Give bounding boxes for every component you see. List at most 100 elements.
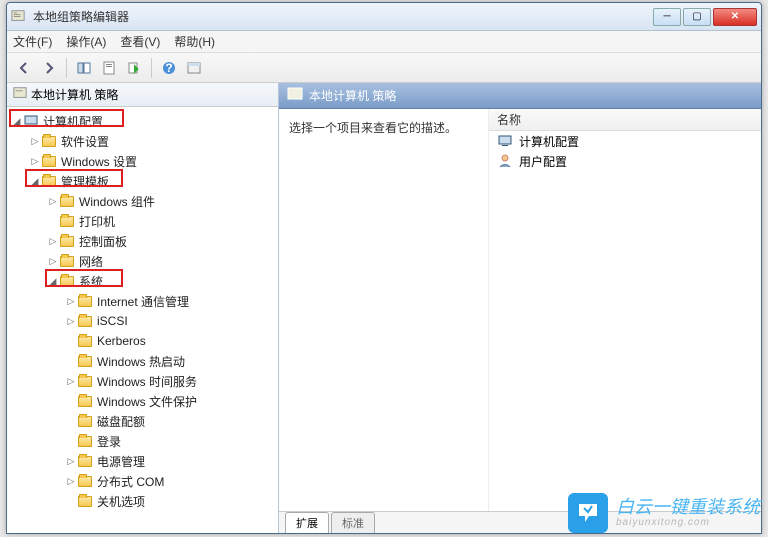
expander-icon[interactable]: ▷: [65, 296, 77, 307]
folder-icon: [77, 373, 93, 389]
computer-icon: [23, 113, 39, 129]
toolbar: ?: [7, 53, 761, 83]
svg-text:?: ?: [165, 61, 172, 75]
menu-help[interactable]: 帮助(H): [174, 33, 215, 50]
tab-extended[interactable]: 扩展: [285, 512, 329, 533]
expander-icon[interactable]: ▷: [47, 236, 59, 247]
export-button[interactable]: [123, 57, 145, 79]
tree-node-dcom[interactable]: ▷ 分布式 COM: [7, 471, 278, 491]
folder-icon: [77, 453, 93, 469]
tree[interactable]: ◢ 计算机配置 ▷ 软件设置 ▷ Windows 设置 ◢ 管理: [7, 107, 278, 533]
separator: [151, 58, 152, 78]
details-pane: 本地计算机 策略 选择一个项目来查看它的描述。 名称 计算机配置 用户配置: [279, 83, 761, 533]
tree-node-kerberos[interactable]: Kerberos: [7, 331, 278, 351]
show-hide-tree-button[interactable]: [73, 57, 95, 79]
list-item-user-config[interactable]: 用户配置: [489, 151, 761, 171]
folder-icon: [59, 273, 75, 289]
tree-node-windows-settings[interactable]: ▷ Windows 设置: [7, 151, 278, 171]
folder-icon: [77, 393, 93, 409]
folder-icon: [41, 153, 57, 169]
content-area: 本地计算机 策略 ◢ 计算机配置 ▷ 软件设置 ▷ Windows 设置: [7, 83, 761, 533]
list-item-computer-config[interactable]: 计算机配置: [489, 131, 761, 151]
expander-icon[interactable]: ▷: [65, 316, 77, 327]
details-body: 选择一个项目来查看它的描述。 名称 计算机配置 用户配置: [279, 109, 761, 511]
tree-node-iscsi[interactable]: ▷ iSCSI: [7, 311, 278, 331]
folder-icon: [77, 433, 93, 449]
tree-node-windows-components[interactable]: ▷ Windows 组件: [7, 191, 278, 211]
window-controls: ─ ▢ ✕: [653, 8, 757, 26]
titlebar[interactable]: 本地组策略编辑器 ─ ▢ ✕: [7, 3, 761, 31]
expander-icon[interactable]: ▷: [47, 256, 59, 267]
tab-standard[interactable]: 标准: [331, 512, 375, 533]
tree-pane: 本地计算机 策略 ◢ 计算机配置 ▷ 软件设置 ▷ Windows 设置: [7, 83, 279, 533]
expander-icon[interactable]: ▷: [29, 136, 41, 147]
expander-icon[interactable]: ▷: [65, 476, 77, 487]
details-header: 本地计算机 策略: [279, 83, 761, 109]
app-window: 本地组策略编辑器 ─ ▢ ✕ 文件(F) 操作(A) 查看(V) 帮助(H) ?…: [6, 2, 762, 534]
expander-icon[interactable]: ▷: [65, 456, 77, 467]
expander-icon[interactable]: ▷: [47, 196, 59, 207]
tree-node-logon[interactable]: 登录: [7, 431, 278, 451]
description-area: 选择一个项目来查看它的描述。: [279, 109, 489, 511]
folder-icon: [77, 493, 93, 509]
help-button[interactable]: ?: [158, 57, 180, 79]
tree-node-disk-quotas[interactable]: 磁盘配额: [7, 411, 278, 431]
expander-icon[interactable]: ▷: [65, 376, 77, 387]
folder-icon: [59, 253, 75, 269]
expander-icon[interactable]: ◢: [47, 276, 59, 287]
watermark: 白云一键重装系统 baiyunxitong.com: [568, 493, 760, 533]
tree-node-network[interactable]: ▷ 网络: [7, 251, 278, 271]
folder-icon: [59, 213, 75, 229]
folder-icon: [77, 413, 93, 429]
tree-node-win-hot-start[interactable]: Windows 热启动: [7, 351, 278, 371]
tree-node-power-mgmt[interactable]: ▷ 电源管理: [7, 451, 278, 471]
list-area: 名称 计算机配置 用户配置: [489, 109, 761, 511]
policy-icon: [287, 86, 303, 105]
tree-node-software-settings[interactable]: ▷ 软件设置: [7, 131, 278, 151]
folder-icon: [77, 313, 93, 329]
menu-view[interactable]: 查看(V): [120, 33, 160, 50]
tree-root-label[interactable]: 本地计算机 策略: [31, 86, 118, 103]
back-button[interactable]: [13, 57, 35, 79]
tree-node-win-time-service[interactable]: ▷ Windows 时间服务: [7, 371, 278, 391]
expander-icon[interactable]: ▷: [29, 156, 41, 167]
tree-node-computer-config[interactable]: ◢ 计算机配置: [7, 111, 278, 131]
folder-icon: [59, 233, 75, 249]
folder-icon: [41, 173, 57, 189]
folder-icon: [77, 473, 93, 489]
forward-button[interactable]: [38, 57, 60, 79]
app-icon: [11, 9, 27, 25]
user-icon: [497, 153, 513, 169]
folder-icon: [77, 293, 93, 309]
tree-node-system[interactable]: ◢ 系统: [7, 271, 278, 291]
expander-icon[interactable]: ◢: [29, 176, 41, 187]
tree-node-win-file-protection[interactable]: Windows 文件保护: [7, 391, 278, 411]
details-title: 本地计算机 策略: [309, 87, 396, 104]
tree-header: 本地计算机 策略: [7, 83, 278, 107]
window-title: 本地组策略编辑器: [33, 8, 653, 25]
hint-text: 选择一个项目来查看它的描述。: [289, 121, 457, 135]
maximize-button[interactable]: ▢: [683, 8, 711, 26]
tree-node-shutdown-options[interactable]: 关机选项: [7, 491, 278, 511]
menubar: 文件(F) 操作(A) 查看(V) 帮助(H): [7, 31, 761, 53]
tree-node-admin-templates[interactable]: ◢ 管理模板: [7, 171, 278, 191]
folder-icon: [41, 133, 57, 149]
computer-icon: [497, 133, 513, 149]
watermark-text: 白云一键重装系统 baiyunxitong.com: [616, 498, 760, 529]
tree-node-internet-comm[interactable]: ▷ Internet 通信管理: [7, 291, 278, 311]
separator: [66, 58, 67, 78]
properties-button[interactable]: [98, 57, 120, 79]
menu-file[interactable]: 文件(F): [13, 33, 52, 50]
folder-icon: [77, 353, 93, 369]
tree-node-control-panel[interactable]: ▷ 控制面板: [7, 231, 278, 251]
close-button[interactable]: ✕: [713, 8, 757, 26]
menu-action[interactable]: 操作(A): [66, 33, 106, 50]
expander-icon[interactable]: ◢: [11, 116, 23, 127]
tree-node-printers[interactable]: 打印机: [7, 211, 278, 231]
column-header-name[interactable]: 名称: [489, 109, 761, 131]
minimize-button[interactable]: ─: [653, 8, 681, 26]
folder-icon: [59, 193, 75, 209]
watermark-logo: [568, 493, 608, 533]
filter-button[interactable]: [183, 57, 205, 79]
policy-icon: [13, 86, 27, 103]
